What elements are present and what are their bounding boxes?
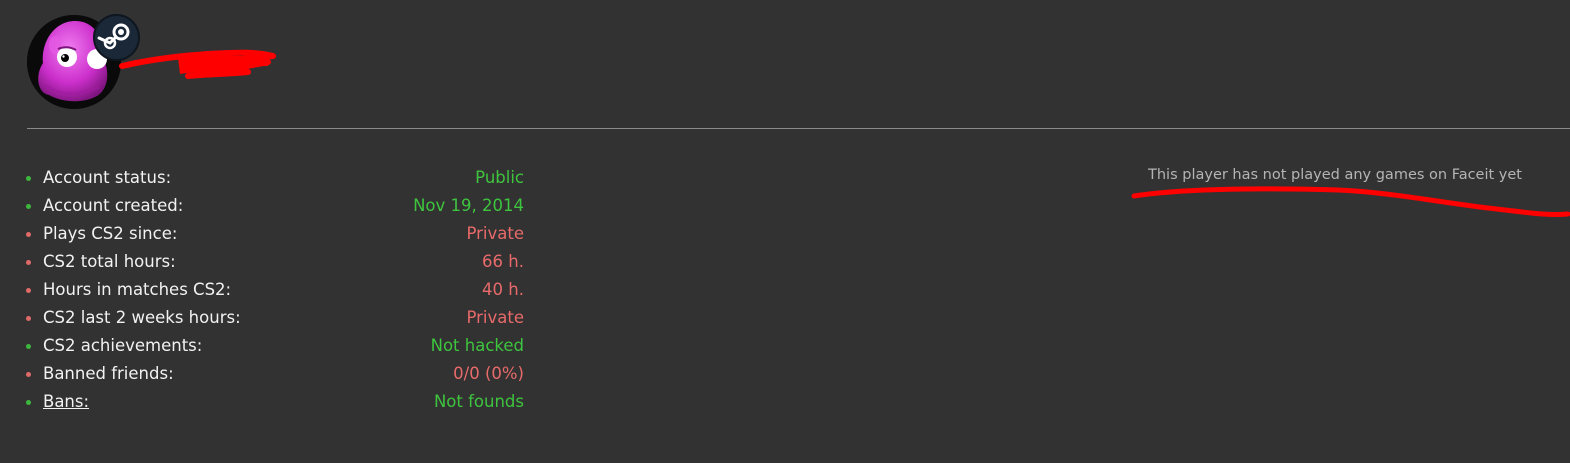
stat-row-bans: Bans: Not founds: [24, 388, 524, 416]
stat-row-plays-since: Plays CS2 since: Private: [24, 220, 524, 248]
stat-value: 40 h.: [482, 280, 524, 299]
stat-label: CS2 total hours:: [43, 252, 176, 271]
stat-row-account-status: Account status: Public: [24, 164, 524, 192]
status-bullet: [26, 315, 31, 321]
stat-label: CS2 achievements:: [43, 336, 203, 355]
stat-label: CS2 last 2 weeks hours:: [43, 308, 241, 327]
stat-row-achievements: CS2 achievements: Not hacked: [24, 332, 524, 360]
stat-row-account-created: Account created: Nov 19, 2014: [24, 192, 524, 220]
faceit-status-message: This player has not played any games on …: [1148, 167, 1522, 183]
stat-value: Nov 19, 2014: [413, 196, 524, 215]
status-bullet: [26, 175, 31, 181]
stat-value: Public: [475, 168, 524, 187]
stat-value: 0/0 (0%): [453, 364, 524, 383]
status-bullet: [26, 399, 31, 405]
stat-row-two-weeks-hours: CS2 last 2 weeks hours: Private: [24, 304, 524, 332]
stat-value: Not hacked: [430, 336, 524, 355]
player-profile: Account status: Public Account created: …: [0, 0, 1570, 463]
stat-label: Account status:: [43, 168, 172, 187]
redacted-username-scribble: [119, 49, 276, 79]
stat-row-banned-friends: Banned friends: 0/0 (0%): [24, 360, 524, 388]
status-bullet: [26, 231, 31, 237]
status-bullet: [26, 343, 31, 349]
stat-label: Hours in matches CS2:: [43, 280, 232, 299]
status-bullet: [26, 259, 31, 265]
account-stats-list: Account status: Public Account created: …: [24, 164, 524, 416]
stat-label: Plays CS2 since:: [43, 224, 178, 243]
status-bullet: [26, 203, 31, 209]
stat-row-total-hours: CS2 total hours: 66 h.: [24, 248, 524, 276]
stat-value: Not founds: [433, 392, 524, 411]
header-divider: [27, 128, 1570, 129]
stat-label: Banned friends:: [43, 364, 174, 383]
status-bullet: [26, 371, 31, 377]
stat-value: Private: [466, 224, 524, 243]
stat-row-match-hours: Hours in matches CS2: 40 h.: [24, 276, 524, 304]
stat-label: Account created:: [43, 196, 184, 215]
stat-value: Private: [466, 308, 524, 327]
red-underline-scribble: [1131, 186, 1570, 218]
stat-value: 66 h.: [482, 252, 524, 271]
bans-link[interactable]: Bans:: [43, 388, 434, 416]
status-bullet: [26, 287, 31, 293]
